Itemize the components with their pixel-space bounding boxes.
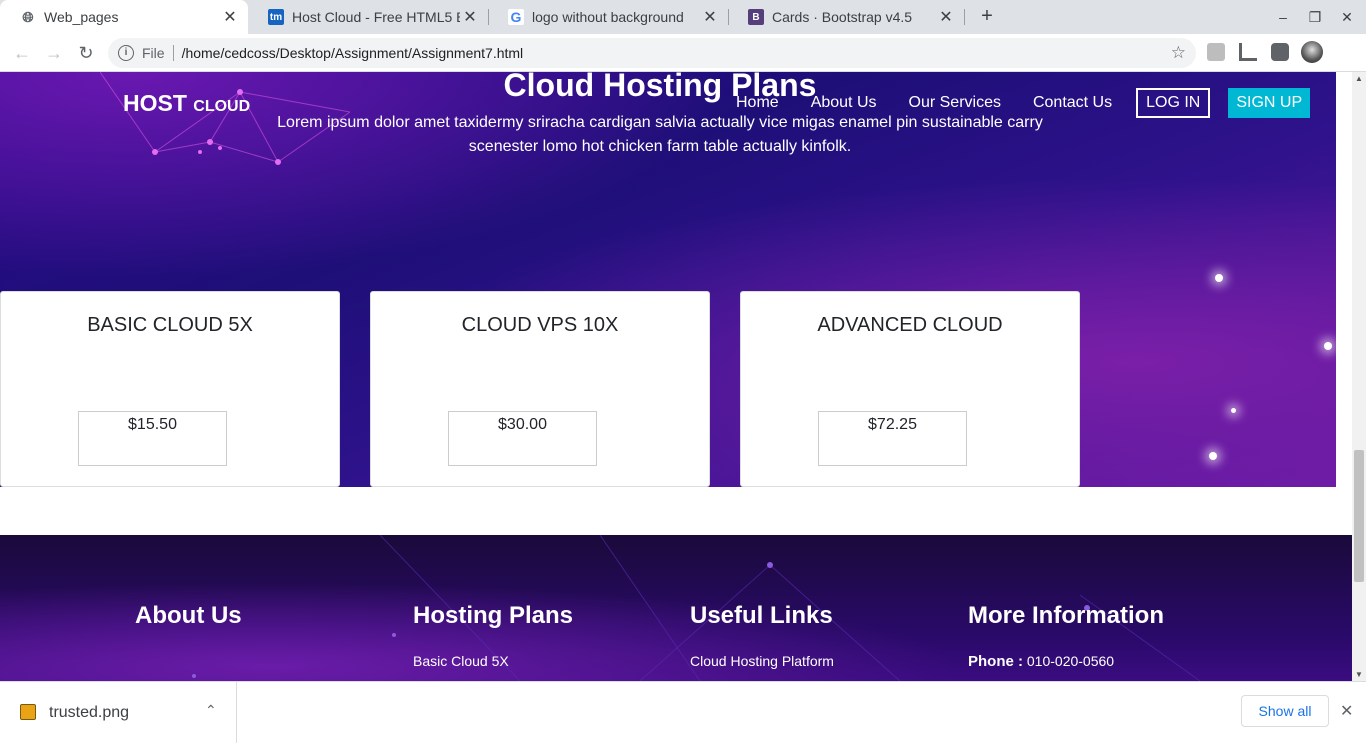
globe-icon: 🌐︎ — [22, 8, 34, 25]
back-button[interactable]: ← — [10, 41, 34, 65]
extension-icon[interactable] — [1207, 43, 1225, 61]
close-tab-icon[interactable]: ✕ — [220, 7, 240, 27]
glow-star — [1231, 408, 1236, 413]
page-viewport: Cloud Hosting Plans HOST CLOUD Lorem ips… — [0, 72, 1352, 681]
close-tab-icon[interactable]: ✕ — [460, 7, 480, 27]
nav-home[interactable]: Home — [720, 94, 795, 112]
footer-title: About Us — [135, 602, 242, 629]
tm-favicon-icon: tm — [268, 9, 284, 25]
extensions-puzzle-icon[interactable] — [1271, 43, 1289, 61]
chevron-up-icon[interactable]: ⌃ — [205, 702, 217, 719]
plan-price: $30.00 — [448, 411, 597, 466]
analytics-extension-icon[interactable] — [1239, 43, 1257, 61]
tab-separator — [964, 9, 965, 25]
plan-name: CLOUD VPS 10X — [461, 314, 619, 336]
phone-number: 010-020-0560 — [1026, 653, 1115, 669]
site-footer: About Us Hosting Plans Basic Cloud 5X Us… — [0, 535, 1352, 681]
glow-star — [1324, 342, 1332, 350]
plan-card-basic[interactable]: BASIC CLOUD 5X $15.50 — [0, 291, 340, 487]
tab-google-search[interactable]: G logo without background ✕ — [488, 0, 728, 34]
bookmark-star-icon[interactable]: ☆ — [1171, 43, 1186, 63]
signup-button[interactable]: SIGN UP — [1228, 88, 1311, 118]
image-file-icon — [20, 704, 36, 720]
footer-link[interactable]: Cloud Hosting Platform — [690, 653, 834, 669]
download-file-name: trusted.png — [49, 704, 130, 721]
glow-star — [1209, 452, 1217, 460]
plan-price: $72.25 — [818, 411, 967, 466]
omnibox-divider — [172, 45, 174, 61]
nav-our-services[interactable]: Our Services — [893, 94, 1017, 112]
footer-phone: Phone : 010-020-0560 — [968, 653, 1114, 670]
footer-title: More Information — [968, 602, 1164, 629]
phone-label: Phone : — [968, 653, 1023, 670]
scheme-label: File — [142, 45, 165, 61]
footer-link[interactable]: Basic Cloud 5X — [413, 653, 509, 669]
scrollbar-thumb[interactable] — [1354, 450, 1364, 582]
plan-price: $15.50 — [78, 411, 227, 466]
forward-button[interactable]: → — [42, 41, 66, 65]
google-icon: G — [508, 9, 524, 25]
nav-about-us[interactable]: About Us — [795, 94, 893, 112]
new-tab-button[interactable]: + — [976, 5, 998, 29]
url-text[interactable]: /home/cedcoss/Desktop/Assignment/Assignm… — [182, 45, 524, 61]
download-item[interactable]: trusted.png ⌃ — [0, 682, 237, 743]
site-logo[interactable]: HOST CLOUD — [123, 90, 250, 117]
close-icon[interactable]: ✕ — [1340, 701, 1353, 721]
glow-star — [1215, 274, 1223, 282]
logo-sub-text: CLOUD — [193, 98, 251, 115]
tab-title: Web_pages — [44, 9, 119, 25]
bootstrap-icon: B — [748, 9, 764, 25]
download-shelf: trusted.png ⌃ Show all ✕ — [0, 681, 1366, 743]
scroll-down-arrow-icon[interactable]: ▼ — [1355, 670, 1363, 679]
close-tab-icon[interactable]: ✕ — [936, 7, 956, 27]
page-scrollbar[interactable]: ▲ ▼ — [1352, 72, 1366, 681]
profile-avatar[interactable] — [1301, 41, 1323, 63]
footer-title: Hosting Plans — [413, 602, 574, 629]
minimize-button[interactable]: – — [1273, 7, 1293, 27]
tab-web-pages[interactable]: 🌐︎ Web_pages ✕ — [0, 0, 248, 34]
plan-card-advanced[interactable]: ADVANCED CLOUD $72.25 — [740, 291, 1080, 487]
hero-section: Cloud Hosting Plans HOST CLOUD Lorem ips… — [0, 72, 1336, 487]
site-nav: Home About Us Our Services Contact Us LO… — [720, 88, 1311, 118]
plan-name: ADVANCED CLOUD — [817, 314, 1003, 336]
browser-toolbar: ← → ↻ i File /home/cedcoss/Desktop/Assig… — [0, 34, 1366, 72]
plan-name: BASIC CLOUD 5X — [87, 314, 253, 336]
tab-title: Host Cloud - Free HTML5 B — [292, 9, 460, 25]
close-tab-icon[interactable]: ✕ — [700, 7, 720, 27]
reload-button[interactable]: ↻ — [74, 41, 98, 65]
section-subtitle: Lorem ipsum dolor amet taxidermy srirach… — [277, 114, 1043, 155]
tab-title: Cards · Bootstrap v4.5 — [772, 9, 913, 25]
footer-title: Useful Links — [690, 602, 833, 629]
tab-host-cloud[interactable]: tm Host Cloud - Free HTML5 B ✕ — [248, 0, 488, 34]
plan-card-vps[interactable]: CLOUD VPS 10X $30.00 — [370, 291, 710, 487]
tab-title: logo without background — [532, 9, 684, 25]
tab-bootstrap-cards[interactable]: B Cards · Bootstrap v4.5 ✕ — [728, 0, 964, 34]
scroll-up-arrow-icon[interactable]: ▲ — [1355, 74, 1363, 83]
tab-strip: 🌐︎ Web_pages ✕ tm Host Cloud - Free HTML… — [0, 0, 1366, 34]
close-window-button[interactable]: ✕ — [1337, 7, 1357, 27]
logo-main-text: HOST — [123, 90, 187, 116]
info-icon[interactable]: i — [118, 45, 134, 61]
login-button[interactable]: LOG IN — [1136, 88, 1211, 118]
restore-button[interactable]: ❐ — [1305, 7, 1325, 27]
address-bar[interactable]: i File /home/cedcoss/Desktop/Assignment/… — [108, 38, 1196, 68]
show-all-button[interactable]: Show all — [1241, 695, 1329, 727]
nav-contact-us[interactable]: Contact Us — [1017, 94, 1128, 112]
